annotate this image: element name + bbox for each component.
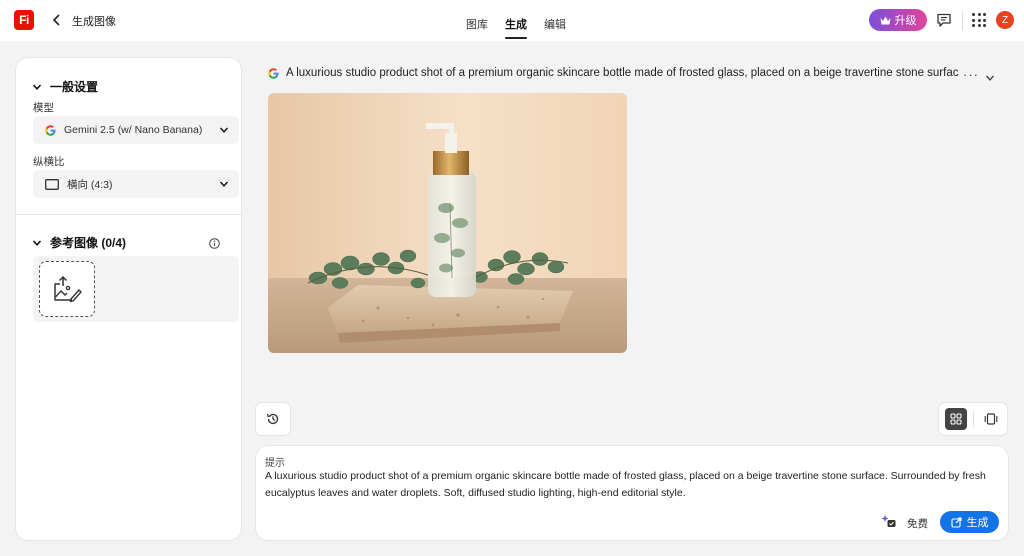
prompt-label: 提示	[265, 458, 285, 469]
chat-icon[interactable]	[936, 12, 952, 28]
chevron-down-icon	[219, 127, 229, 133]
view-toggle-divider	[973, 411, 974, 427]
generated-image[interactable]	[268, 93, 627, 353]
prompt-input[interactable]: A luxurious studio product shot of a pre…	[265, 468, 995, 502]
chevron-down-icon	[32, 239, 42, 246]
grid-view-button[interactable]	[945, 408, 967, 430]
top-bar: Fi 生成图像 图库 生成 编辑 升级 Z	[0, 0, 1024, 41]
generate-icon	[950, 516, 962, 528]
back-arrow-icon[interactable]	[50, 12, 64, 28]
chevron-down-icon[interactable]	[985, 70, 995, 81]
chevron-down-icon	[32, 83, 42, 90]
settings-panel: 一般设置 模型 Gemini 2.5 (w/ Nano Banana) 纵横比 …	[16, 58, 241, 540]
credits-icon	[881, 514, 897, 528]
history-icon	[266, 413, 279, 425]
model-value: Gemini 2.5 (w/ Nano Banana)	[64, 124, 203, 136]
aspect-ratio-label: 纵横比	[33, 156, 65, 168]
reference-image-area	[33, 256, 239, 322]
info-icon[interactable]	[209, 236, 220, 249]
main-tabs: 图库 生成 编辑	[466, 0, 583, 41]
crown-icon	[880, 16, 890, 24]
chevron-down-icon	[219, 181, 229, 187]
avatar[interactable]: Z	[996, 11, 1014, 29]
result-prompt-text: A luxurious studio product shot of a pre…	[286, 67, 958, 79]
reference-images-header[interactable]: 参考图像 (0/4)	[32, 234, 126, 251]
aspect-ratio-value: 横向 (4:3)	[67, 178, 113, 191]
reference-images-title: 参考图像 (0/4)	[50, 236, 127, 250]
grid-view-icon	[950, 413, 962, 425]
app-logo[interactable]: Fi	[14, 10, 34, 30]
cost-label: 免费	[907, 518, 928, 530]
general-settings-title: 一般设置	[50, 80, 99, 94]
tab-edit[interactable]: 编辑	[544, 0, 566, 41]
aspect-ratio-select[interactable]: 横向 (4:3)	[33, 170, 239, 198]
model-select[interactable]: Gemini 2.5 (w/ Nano Banana)	[33, 116, 239, 144]
model-label: 模型	[33, 102, 54, 114]
single-view-icon	[984, 413, 998, 425]
single-view-button[interactable]	[983, 411, 999, 427]
upload-reference-button[interactable]	[39, 261, 95, 317]
page-title: 生成图像	[72, 16, 116, 28]
panel-divider	[16, 214, 241, 215]
apps-grid-icon[interactable]	[972, 13, 986, 27]
image-upload-icon	[54, 275, 82, 303]
google-icon	[268, 67, 279, 79]
prompt-composer: 提示 A luxurious studio product shot of a …	[256, 446, 1008, 540]
upgrade-button[interactable]: 升级	[869, 9, 927, 31]
upgrade-label: 升级	[894, 15, 917, 27]
result-prompt-header: A luxurious studio product shot of a pre…	[268, 67, 958, 79]
view-toggle	[939, 403, 1007, 435]
general-settings-header[interactable]: 一般设置	[32, 78, 98, 95]
rectangle-icon	[45, 178, 59, 190]
tab-gallery[interactable]: 图库	[466, 0, 488, 41]
more-options-button[interactable]: ···	[963, 67, 979, 82]
header-divider	[962, 11, 963, 30]
tab-generate[interactable]: 生成	[505, 0, 527, 41]
google-icon	[45, 124, 56, 136]
generate-button[interactable]: 生成	[940, 511, 999, 533]
generate-label: 生成	[966, 517, 989, 529]
history-button[interactable]	[256, 403, 290, 435]
